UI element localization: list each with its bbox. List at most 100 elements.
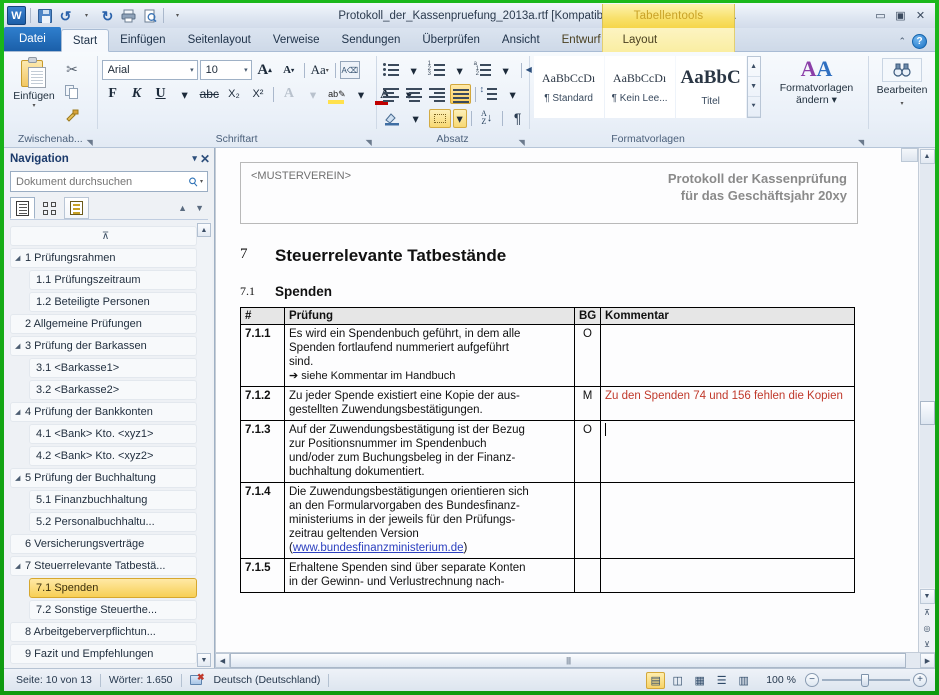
- status-page-indicator[interactable]: Seite: 10 von 13: [8, 674, 100, 686]
- paragraph-dialog-launcher[interactable]: ◥: [519, 138, 528, 147]
- italic-button[interactable]: K: [126, 83, 148, 105]
- row-number-cell[interactable]: 7.1.3: [241, 421, 285, 483]
- hscroll-track[interactable]: ||||: [230, 653, 920, 668]
- row-number-cell[interactable]: 7.1.4: [241, 483, 285, 559]
- document-vertical-scrollbar[interactable]: ▲ ▼ ⊼ ◎ ⊻: [918, 148, 935, 652]
- styles-scroll-up-icon[interactable]: ▲: [748, 57, 760, 77]
- row-kommentar-cell[interactable]: [601, 421, 855, 483]
- tab-ueberpruefen[interactable]: Überprüfen: [411, 29, 491, 51]
- style-kein-leerraum[interactable]: AaBbCcDı ¶ Kein Lee...: [605, 56, 675, 118]
- align-right-icon[interactable]: [427, 84, 448, 104]
- style-standard[interactable]: AaBbCcDı ¶ Standard: [534, 56, 604, 118]
- text-effects-dropdown-icon[interactable]: ▾: [302, 83, 324, 105]
- row-bg-cell[interactable]: M: [575, 387, 601, 421]
- table-row[interactable]: 7.1.3Auf der Zuwendungsbestätigung ist d…: [241, 421, 855, 483]
- styles-more-icon[interactable]: ⯆: [748, 97, 760, 117]
- hscroll-left-icon[interactable]: ◀: [215, 653, 230, 668]
- previous-page-icon[interactable]: ⊼: [920, 605, 935, 620]
- split-window-handle[interactable]: [901, 148, 918, 162]
- superscript-button[interactable]: X²: [247, 83, 269, 105]
- editing-dropdown-icon[interactable]: ▾: [901, 101, 904, 107]
- paste-dropdown-icon[interactable]: ▾: [32, 102, 35, 109]
- view-full-screen-reading-icon[interactable]: ◫: [668, 672, 687, 689]
- tab-seitenlayout[interactable]: Seitenlayout: [177, 29, 262, 51]
- underline-button[interactable]: U: [150, 83, 172, 105]
- next-page-icon[interactable]: ⊻: [920, 637, 935, 652]
- expand-triangle-icon[interactable]: ◢: [15, 474, 25, 482]
- navigation-item-12[interactable]: 5.2 Personalbuchhaltu...: [29, 512, 197, 532]
- navigation-item-10[interactable]: ◢5 Prüfung der Buchhaltung: [10, 468, 197, 488]
- table-row[interactable]: 7.1.5Erhaltene Spenden sind über separat…: [241, 559, 855, 593]
- row-pruefung-cell[interactable]: Die Zuwendungsbestätigungen orientieren …: [285, 483, 575, 559]
- row-kommentar-cell[interactable]: Zu den Spenden 74 und 156 fehlen die Kop…: [601, 387, 855, 421]
- print-icon[interactable]: [119, 6, 138, 25]
- paste-button[interactable]: Einfügen ▾: [8, 54, 60, 109]
- minimize-button[interactable]: ▭: [872, 9, 889, 23]
- status-word-count[interactable]: Wörter: 1.650: [101, 674, 181, 686]
- change-case-icon[interactable]: Aa▾: [309, 59, 331, 81]
- borders-icon[interactable]: [429, 109, 451, 128]
- line-spacing-icon[interactable]: ↕: [480, 84, 500, 104]
- row-number-cell[interactable]: 7.1.2: [241, 387, 285, 421]
- line-spacing-dropdown-icon[interactable]: ▾: [502, 83, 524, 105]
- row-pruefung-cell[interactable]: Erhaltene Spenden sind über separate Kon…: [285, 559, 575, 593]
- numbering-icon[interactable]: 123: [427, 60, 447, 80]
- styles-dialog-launcher[interactable]: ◥: [858, 138, 867, 147]
- status-language-group[interactable]: ✖ Deutsch (Deutschland): [182, 674, 329, 687]
- zoom-slider-thumb[interactable]: [861, 674, 869, 687]
- tab-entwurf[interactable]: Entwurf: [551, 29, 612, 51]
- view-web-layout-icon[interactable]: ▦: [690, 672, 709, 689]
- numbering-dropdown-icon[interactable]: ▾: [449, 59, 471, 81]
- row-bg-cell[interactable]: O: [575, 325, 601, 387]
- align-left-icon[interactable]: [381, 84, 402, 104]
- highlight-dropdown-icon[interactable]: ▾: [350, 83, 372, 105]
- highlight-color-icon[interactable]: ab✎: [326, 83, 348, 105]
- select-browse-object-icon[interactable]: ◎: [920, 621, 935, 636]
- tab-einfuegen[interactable]: Einfügen: [109, 29, 176, 51]
- multilevel-list-icon[interactable]: a12: [473, 60, 493, 80]
- undo-icon[interactable]: ↺: [56, 6, 75, 25]
- navigation-item-11[interactable]: 5.1 Finanzbuchhaltung: [29, 490, 197, 510]
- help-icon[interactable]: ?: [912, 34, 927, 49]
- change-styles-button[interactable]: AA Formatvorlagen ändern ▾: [770, 54, 862, 106]
- navigation-item-18[interactable]: 9 Fazit und Empfehlungen: [10, 644, 197, 664]
- status-language[interactable]: Deutsch (Deutschland): [214, 674, 321, 686]
- row-kommentar-cell[interactable]: [601, 325, 855, 387]
- row-pruefung-cell[interactable]: Zu jeder Spende existiert eine Kopie der…: [285, 387, 575, 421]
- navigation-item-9[interactable]: 4.2 <Bank> Kto. <xyz2>: [29, 446, 197, 466]
- font-size-combo[interactable]: 10 ▾: [200, 60, 252, 80]
- vscroll-up-icon[interactable]: ▲: [920, 149, 935, 164]
- redo-icon[interactable]: ↻: [98, 6, 117, 25]
- document-horizontal-scrollbar[interactable]: ◀ |||| ▶: [215, 652, 935, 668]
- bundesfinanzministerium-link[interactable]: www.bundesfinanzministerium.de: [293, 542, 464, 554]
- navigation-item-8[interactable]: 4.1 <Bank> Kto. <xyz1>: [29, 424, 197, 444]
- style-titel[interactable]: AaBbC Titel: [676, 56, 746, 118]
- table-row[interactable]: 7.1.1Es wird ein Spendenbuch geführt, in…: [241, 325, 855, 387]
- navigation-close-icon[interactable]: ✕: [200, 152, 210, 166]
- shrink-font-icon[interactable]: A▾: [278, 59, 300, 81]
- row-bg-cell[interactable]: O: [575, 421, 601, 483]
- navigation-prev-icon[interactable]: ▲: [178, 203, 187, 213]
- shading-dropdown-icon[interactable]: ▾: [405, 107, 427, 129]
- navigation-item-17[interactable]: 8 Arbeitgeberverpflichtun...: [10, 622, 197, 642]
- row-number-cell[interactable]: 7.1.5: [241, 559, 285, 593]
- vscroll-thumb[interactable]: [920, 401, 935, 425]
- navigation-item-6[interactable]: 3.2 <Barkasse2>: [29, 380, 197, 400]
- table-row[interactable]: 7.1.2Zu jeder Spende existiert eine Kopi…: [241, 387, 855, 421]
- navigation-tab-results[interactable]: [64, 197, 89, 219]
- navigation-tab-headings[interactable]: [10, 197, 35, 219]
- row-bg-cell[interactable]: [575, 483, 601, 559]
- expand-triangle-icon[interactable]: ◢: [15, 408, 25, 416]
- maximize-button[interactable]: ▣: [892, 9, 909, 23]
- navigation-search-box[interactable]: ⚲ ▾: [10, 171, 208, 192]
- copy-icon[interactable]: [60, 81, 84, 103]
- align-center-icon[interactable]: [404, 84, 425, 104]
- tab-start[interactable]: Start: [61, 29, 109, 52]
- zoom-out-button[interactable]: −: [805, 673, 819, 687]
- expand-triangle-icon[interactable]: ◢: [15, 562, 25, 570]
- vscroll-track[interactable]: [920, 164, 935, 588]
- cut-icon[interactable]: ✂: [60, 58, 84, 80]
- navigation-item-16[interactable]: 7.2 Sonstige Steuerthe...: [29, 600, 197, 620]
- document-page[interactable]: <MUSTERVEREIN> Protokoll der Kassenprüfu…: [215, 148, 918, 652]
- tab-sendungen[interactable]: Sendungen: [331, 29, 412, 51]
